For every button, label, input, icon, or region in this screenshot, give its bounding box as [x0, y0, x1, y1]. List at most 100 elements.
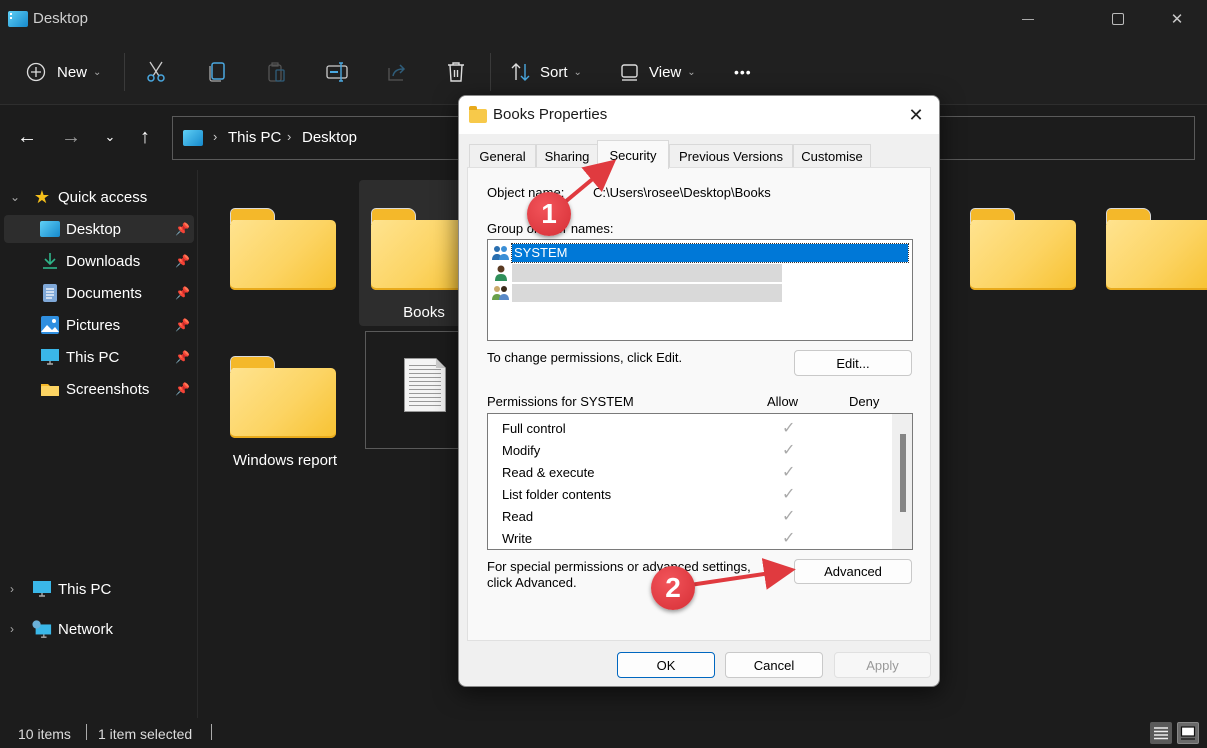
folder-icon [40, 380, 60, 398]
sort-button[interactable]: Sort ⌄ [510, 57, 582, 87]
plus-circle-icon [26, 62, 46, 82]
apply-button[interactable]: Apply [834, 652, 931, 678]
recent-locations-button[interactable]: ⌄ [98, 124, 122, 150]
sidebar-item-label: Desktop [66, 220, 122, 238]
close-button[interactable]: ✕ [1157, 4, 1197, 34]
forward-button[interactable]: → [59, 124, 83, 150]
pin-icon[interactable]: 📌 [175, 350, 190, 364]
sidebar-item-downloads[interactable]: Downloads 📌 [4, 247, 194, 275]
sidebar-item-documents[interactable]: Documents 📌 [4, 279, 194, 307]
chevron-right-icon: › [10, 582, 14, 596]
cancel-button[interactable]: Cancel [725, 652, 823, 678]
desktop-icon [183, 130, 203, 146]
list-view-icon [1154, 727, 1168, 740]
documents-icon [40, 284, 60, 302]
copy-icon [209, 62, 225, 82]
permission-name: Read & execute [502, 464, 595, 480]
advanced-hint-line1: For special permissions or advanced sett… [487, 559, 751, 574]
back-button[interactable]: ← [15, 124, 39, 150]
chevron-down-icon: ⌄ [687, 66, 696, 78]
up-button[interactable]: ↑ [133, 124, 157, 150]
sidebar-item-label: Quick access [58, 188, 148, 206]
tab-previous-versions[interactable]: Previous Versions [669, 144, 793, 168]
large-icons-view-button[interactable] [1177, 722, 1199, 744]
pin-icon[interactable]: 📌 [175, 286, 190, 300]
sidebar-item-pictures[interactable]: Pictures 📌 [4, 311, 194, 339]
more-icon: ••• [734, 64, 752, 80]
permission-row: Full control ✓ [502, 417, 892, 439]
breadcrumb-separator: › [213, 129, 218, 144]
tile-view-icon [1180, 726, 1196, 740]
minimize-icon [1022, 18, 1034, 20]
download-icon [40, 252, 60, 270]
folder-item[interactable] [1076, 180, 1207, 326]
share-button[interactable] [386, 57, 408, 87]
item-count: 10 items [18, 726, 71, 742]
sidebar-item-this-pc-pinned[interactable]: This PC 📌 [4, 343, 194, 371]
permissions-scrollbar[interactable] [892, 414, 912, 549]
permission-row: List folder contents ✓ [502, 483, 892, 505]
sidebar-item-desktop[interactable]: Desktop 📌 [4, 215, 194, 243]
new-label: New [57, 63, 88, 81]
pin-icon[interactable]: 📌 [175, 222, 190, 236]
paste-button[interactable] [267, 57, 287, 87]
allow-check-icon: ✓ [782, 442, 796, 459]
toolbar-divider [490, 53, 491, 91]
breadcrumb-desktop[interactable]: Desktop [302, 129, 357, 146]
folder-icon [230, 208, 336, 290]
sidebar-item-label: Screenshots [66, 380, 150, 398]
pin-icon[interactable]: 📌 [175, 254, 190, 268]
tab-security[interactable]: Security [597, 140, 669, 169]
close-icon: ✕ [1170, 11, 1184, 28]
document-icon [404, 358, 446, 412]
allow-check-icon: ✓ [782, 464, 796, 481]
share-icon [388, 64, 406, 81]
folder-item-windows-report[interactable]: Windows report [200, 328, 337, 474]
users-group-icon [490, 284, 512, 302]
permission-name: List folder contents [502, 486, 612, 502]
deny-column-header: Deny [849, 394, 880, 409]
permission-row: Write ✓ [502, 527, 892, 549]
pin-icon[interactable]: 📌 [175, 318, 190, 332]
breadcrumb-this-pc[interactable]: This PC [228, 129, 281, 146]
permission-name: Modify [502, 442, 541, 458]
permission-row: Modify ✓ [502, 439, 892, 461]
folder-item[interactable] [940, 180, 1076, 326]
tab-customise[interactable]: Customise [793, 144, 871, 168]
step-2-badge: 2 [651, 566, 695, 610]
advanced-button[interactable]: Advanced [794, 559, 912, 584]
rename-button[interactable] [326, 57, 348, 87]
scrollbar-thumb[interactable] [900, 434, 906, 512]
sidebar-item-label: This PC [66, 348, 120, 366]
sidebar-quick-access[interactable]: ⌄ ★ Quick access [4, 183, 194, 211]
sidebar-item-screenshots[interactable]: Screenshots 📌 [4, 375, 194, 403]
dialog-close-button[interactable]: ✕ [903, 102, 929, 128]
cut-button[interactable] [146, 57, 166, 87]
maximize-button[interactable] [1098, 4, 1138, 34]
edit-button[interactable]: Edit... [794, 350, 912, 376]
view-button[interactable]: View ⌄ [620, 57, 696, 87]
object-name-value: C:\Users\rosee\Desktop\Books [593, 185, 771, 200]
pin-icon[interactable]: 📌 [175, 382, 190, 396]
group-user-list[interactable]: SYSTEM [487, 239, 913, 341]
user-icon [490, 264, 512, 282]
copy-button[interactable] [207, 57, 227, 87]
folder-item[interactable] [200, 180, 336, 326]
minimize-button[interactable] [1008, 4, 1048, 34]
tab-general[interactable]: General [469, 144, 536, 168]
more-options-button[interactable]: ••• [734, 57, 752, 87]
new-button[interactable]: New ⌄ [26, 57, 101, 87]
group-row-system[interactable]: SYSTEM [490, 243, 910, 263]
details-view-button[interactable] [1150, 722, 1172, 744]
group-row[interactable] [490, 283, 910, 303]
sidebar-item-this-pc[interactable]: › This PC [4, 575, 194, 603]
allow-check-icon: ✓ [782, 508, 796, 525]
folder-icon [1106, 208, 1207, 290]
pictures-icon [40, 316, 60, 334]
delete-button[interactable] [446, 57, 466, 87]
tab-sharing[interactable]: Sharing [536, 144, 598, 168]
sidebar-item-network[interactable]: › Network [4, 615, 194, 643]
security-tab-panel: Object name: C:\Users\rosee\Desktop\Book… [467, 167, 931, 641]
group-row[interactable] [490, 263, 910, 283]
ok-button[interactable]: OK [617, 652, 715, 678]
